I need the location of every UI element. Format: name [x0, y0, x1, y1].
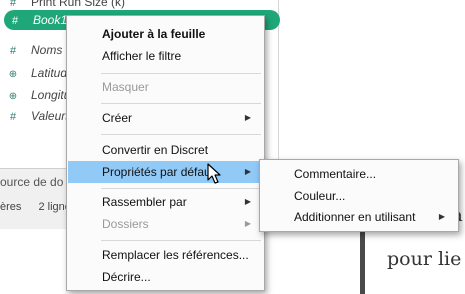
menu-item-label: Décrire...	[102, 270, 151, 284]
context-menu: Ajouter à la feuille Afficher le filtre …	[66, 15, 265, 291]
menu-item-label: Masquer	[102, 80, 149, 94]
submenu-item-aggregate-using[interactable]: Additionner en utilisant ▶	[261, 206, 457, 228]
menu-item-replace-references[interactable]: Remplacer les références...	[68, 244, 263, 266]
menu-item-default-properties[interactable]: Propriétés par défaut ▶	[68, 161, 263, 183]
globe-icon: ⊕	[8, 91, 18, 102]
menu-item-label: Dossiers	[102, 217, 149, 231]
submenu-item-color[interactable]: Couleur...	[261, 185, 457, 207]
status-text: ères	[0, 201, 22, 213]
menu-item-hide: Masquer	[68, 76, 263, 98]
menu-item-group-by[interactable]: Rassembler par ▶	[68, 191, 263, 213]
menu-item-create[interactable]: Créer ▶	[68, 107, 263, 129]
measure-number-icon: #	[11, 15, 19, 27]
menu-item-describe[interactable]: Décrire...	[68, 266, 263, 288]
submenu-arrow-icon: ▶	[244, 197, 251, 206]
menu-separator	[101, 240, 261, 241]
measure-number-icon: #	[9, 111, 17, 123]
menu-item-label: Couleur...	[294, 189, 346, 203]
submenu-item-comment[interactable]: Commentaire...	[261, 163, 457, 185]
menu-separator	[101, 103, 261, 104]
menu-item-add-to-sheet[interactable]: Ajouter à la feuille	[68, 23, 263, 45]
field-label: Print Run Size (k)	[31, 0, 126, 9]
submenu-arrow-icon: ▶	[244, 167, 251, 176]
menu-item-show-filter[interactable]: Afficher le filtre	[68, 45, 263, 67]
globe-icon: ⊕	[8, 69, 18, 80]
menu-item-convert-discrete[interactable]: Convertir en Discret	[68, 139, 263, 161]
menu-item-folders: Dossiers ▶	[68, 213, 263, 235]
menu-item-label: Ajouter à la feuille	[102, 27, 206, 41]
menu-separator	[101, 73, 261, 74]
menu-item-label: Propriétés par défaut	[102, 165, 215, 179]
menu-item-label: Additionner en utilisant	[294, 210, 416, 224]
menu-item-label: Afficher le filtre	[102, 49, 182, 63]
doc-text: pour lie	[387, 248, 462, 270]
menu-item-label: Créer	[102, 111, 133, 125]
doc-quote-bar	[360, 228, 365, 294]
submenu-arrow-icon: ▶	[244, 219, 251, 228]
menu-item-label: Rassembler par	[102, 195, 187, 209]
submenu-arrow-icon: ▶	[244, 113, 251, 122]
menu-item-label: Remplacer les références...	[102, 248, 249, 262]
menu-separator	[101, 188, 261, 189]
submenu-default-properties: Commentaire... Couleur... Additionner en…	[259, 159, 459, 232]
mouse-pointer-icon	[207, 163, 221, 184]
menu-item-label: Commentaire...	[294, 167, 377, 181]
measure-number-icon: #	[9, 45, 17, 57]
submenu-arrow-icon: ▶	[438, 212, 445, 221]
menu-separator	[101, 134, 261, 135]
menu-item-label: Convertir en Discret	[102, 143, 209, 157]
